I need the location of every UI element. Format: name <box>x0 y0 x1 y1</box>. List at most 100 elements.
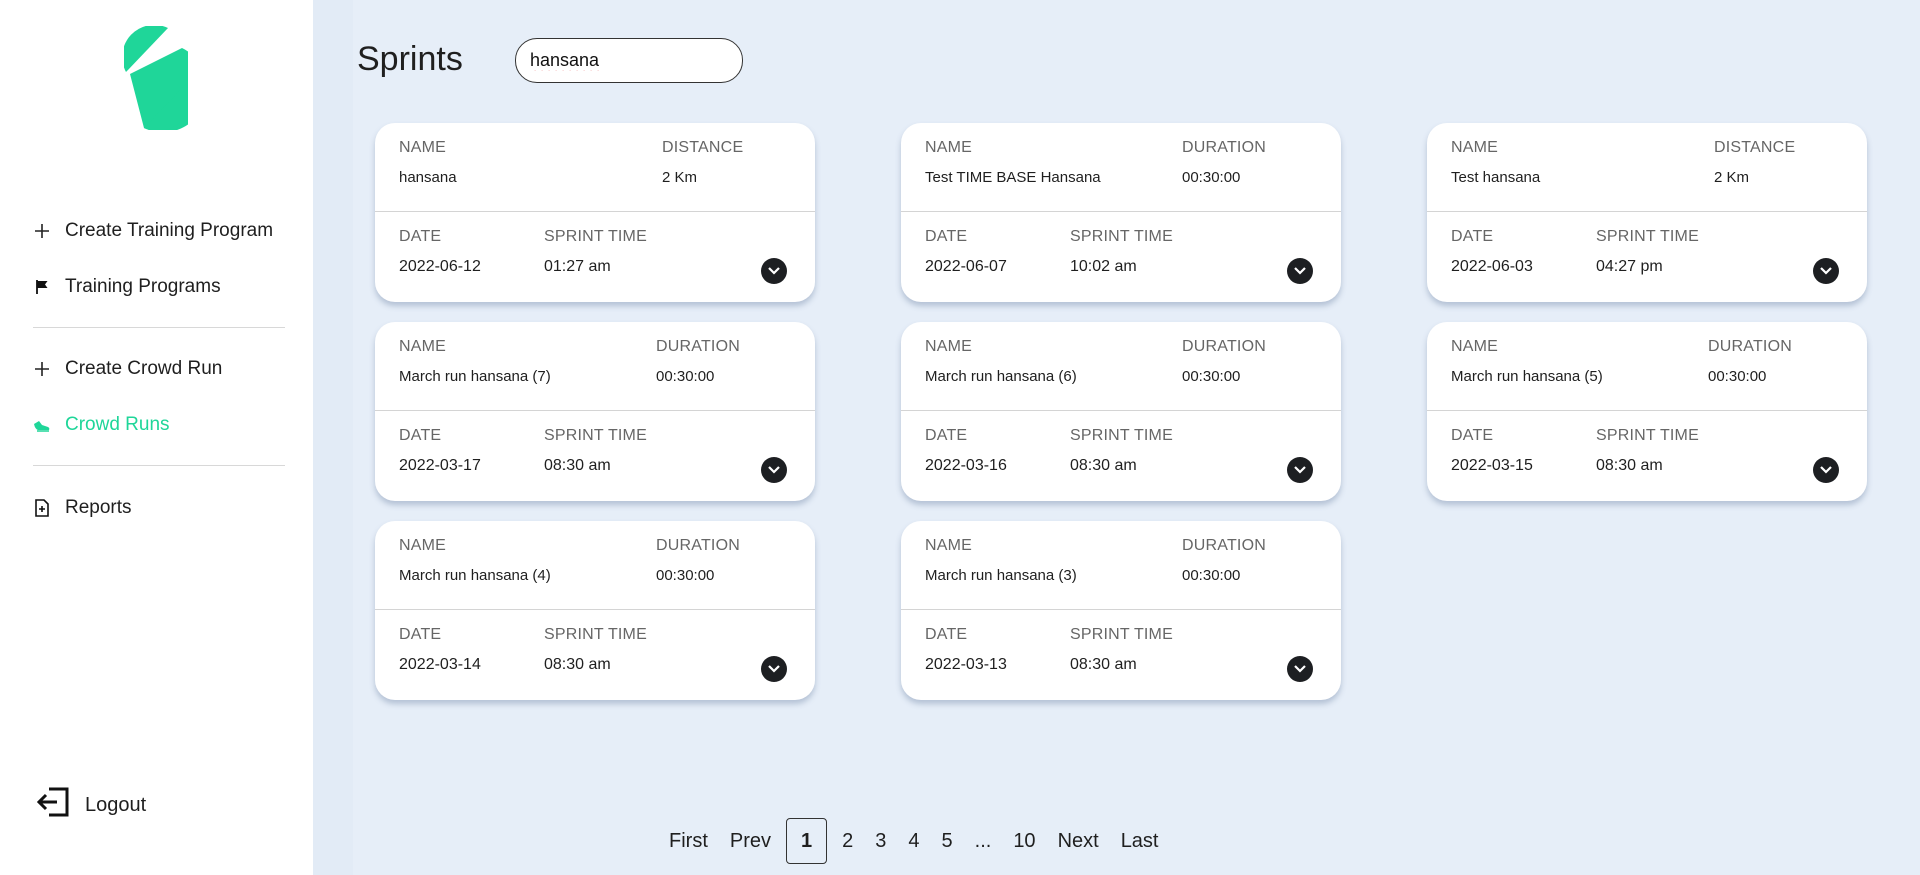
card-footer: DATE 2022-03-17 SPRINT TIME 08:30 am <box>375 411 815 501</box>
expand-button[interactable] <box>1287 457 1313 483</box>
card-footer: DATE 2022-06-07 SPRINT TIME 10:02 am <box>901 212 1341 302</box>
date-label: DATE <box>1451 427 1494 444</box>
date-label: DATE <box>1451 228 1494 245</box>
name-label: NAME <box>399 338 447 355</box>
sprint-time-label: SPRINT TIME <box>544 427 647 444</box>
sprint-time-label: SPRINT TIME <box>1596 228 1699 245</box>
pagination-page[interactable]: 3 <box>864 818 897 864</box>
sprint-card[interactable]: NAME hansana DISTANCE 2 Km DATE 2022-06-… <box>375 123 815 302</box>
expand-button[interactable] <box>761 258 787 284</box>
sidebar-item-label: Training Programs <box>65 276 221 297</box>
metric-value: 00:30:00 <box>1182 368 1241 385</box>
metric-value: 00:30:00 <box>656 368 715 385</box>
expand-button[interactable] <box>1813 258 1839 284</box>
expand-button[interactable] <box>1287 656 1313 682</box>
sprint-card[interactable]: NAME Test TIME BASE Hansana DURATION 00:… <box>901 123 1341 302</box>
sprint-name: March run hansana (4) <box>399 567 551 584</box>
date-label: DATE <box>925 228 968 245</box>
pagination-page[interactable]: 10 <box>1002 818 1046 864</box>
sprint-time-label: SPRINT TIME <box>544 626 647 643</box>
name-label: NAME <box>925 139 973 156</box>
sidebar: Create Training Program Training Program… <box>0 0 313 875</box>
card-header: NAME March run hansana (3) DURATION 00:3… <box>901 521 1341 610</box>
name-label: NAME <box>925 338 973 355</box>
sidebar-item-create-training-program[interactable]: Create Training Program <box>33 220 273 242</box>
pagination-page[interactable]: 5 <box>931 818 964 864</box>
sprint-name: hansana <box>399 169 457 186</box>
sprint-name: March run hansana (6) <box>925 368 1077 385</box>
card-footer: DATE 2022-06-12 SPRINT TIME 01:27 am <box>375 212 815 302</box>
card-footer: DATE 2022-03-13 SPRINT TIME 08:30 am <box>901 610 1341 700</box>
sidebar-item-label: Create Training Program <box>65 220 274 241</box>
expand-button[interactable] <box>1813 457 1839 483</box>
sprint-card[interactable]: NAME March run hansana (4) DURATION 00:3… <box>375 521 815 700</box>
metric-label: DURATION <box>656 537 740 554</box>
card-header: NAME Test TIME BASE Hansana DURATION 00:… <box>901 123 1341 212</box>
sprint-time: 08:30 am <box>1596 457 1663 474</box>
metric-value: 00:30:00 <box>1182 567 1241 584</box>
sprint-time-label: SPRINT TIME <box>1070 228 1173 245</box>
sidebar-divider <box>33 327 285 328</box>
logout-icon <box>36 785 71 825</box>
logout-button[interactable]: Logout <box>36 785 147 825</box>
plus-icon <box>33 360 51 378</box>
card-header: NAME March run hansana (7) DURATION 00:3… <box>375 322 815 411</box>
expand-button[interactable] <box>1287 258 1313 284</box>
pagination-prev[interactable]: Prev <box>719 818 782 864</box>
report-icon <box>33 499 51 517</box>
pagination-page[interactable]: 2 <box>831 818 864 864</box>
chevron-down-icon <box>1294 267 1306 275</box>
sprint-name: Test hansana <box>1451 169 1541 186</box>
date-label: DATE <box>399 626 442 643</box>
pagination-first[interactable]: First <box>658 818 719 864</box>
metric-label: DURATION <box>1182 338 1266 355</box>
sprint-card[interactable]: NAME March run hansana (3) DURATION 00:3… <box>901 521 1341 700</box>
expand-button[interactable] <box>761 656 787 682</box>
sidebar-item-training-programs[interactable]: Training Programs <box>33 276 221 298</box>
date-label: DATE <box>925 427 968 444</box>
sprint-time-label: SPRINT TIME <box>1070 626 1173 643</box>
sprint-time: 01:27 am <box>544 258 611 275</box>
stride-logo-icon[interactable] <box>124 26 188 130</box>
sprint-date: 2022-06-12 <box>399 258 481 275</box>
sprint-name: Test TIME BASE Hansana <box>925 169 1101 186</box>
sprint-card-grid: NAME hansana DISTANCE 2 Km DATE 2022-06-… <box>375 123 1871 700</box>
sprint-card[interactable]: NAME March run hansana (7) DURATION 00:3… <box>375 322 815 501</box>
page-title: Sprints <box>357 40 463 78</box>
sprint-time-label: SPRINT TIME <box>1070 427 1173 444</box>
metric-label: DURATION <box>656 338 740 355</box>
card-header: NAME hansana DISTANCE 2 Km <box>375 123 815 212</box>
search-input[interactable] <box>515 38 743 83</box>
sidebar-item-crowd-runs[interactable]: Crowd Runs <box>33 414 170 436</box>
pagination-page[interactable]: 1 <box>786 818 828 864</box>
card-header: NAME March run hansana (6) DURATION 00:3… <box>901 322 1341 411</box>
sidebar-item-create-crowd-run[interactable]: Create Crowd Run <box>33 358 222 380</box>
sprint-time: 08:30 am <box>1070 656 1137 673</box>
chevron-down-icon <box>1294 665 1306 673</box>
sprint-name: March run hansana (5) <box>1451 368 1603 385</box>
sprint-card[interactable]: NAME March run hansana (6) DURATION 00:3… <box>901 322 1341 501</box>
sprint-date: 2022-06-07 <box>925 258 1007 275</box>
date-label: DATE <box>925 626 968 643</box>
metric-label: DURATION <box>1182 537 1266 554</box>
pagination-next[interactable]: Next <box>1047 818 1110 864</box>
sprint-card[interactable]: NAME March run hansana (5) DURATION 00:3… <box>1427 322 1867 501</box>
expand-button[interactable] <box>761 457 787 483</box>
running-shoe-icon <box>33 416 51 434</box>
logout-label: Logout <box>85 793 147 816</box>
metric-label: DURATION <box>1708 338 1792 355</box>
card-header: NAME March run hansana (4) DURATION 00:3… <box>375 521 815 610</box>
pagination-page[interactable]: 4 <box>897 818 930 864</box>
sidebar-item-label: Reports <box>65 497 132 518</box>
name-label: NAME <box>1451 338 1499 355</box>
date-label: DATE <box>399 228 442 245</box>
sprint-time: 04:27 pm <box>1596 258 1663 275</box>
sidebar-item-reports[interactable]: Reports <box>33 497 132 519</box>
sprint-time-label: SPRINT TIME <box>1596 427 1699 444</box>
sprint-time: 10:02 am <box>1070 258 1137 275</box>
metric-value: 2 Km <box>1714 169 1750 186</box>
pagination-last[interactable]: Last <box>1110 818 1170 864</box>
sprint-card[interactable]: NAME Test hansana DISTANCE 2 Km DATE 202… <box>1427 123 1867 302</box>
date-label: DATE <box>399 427 442 444</box>
sprint-name: March run hansana (3) <box>925 567 1077 584</box>
